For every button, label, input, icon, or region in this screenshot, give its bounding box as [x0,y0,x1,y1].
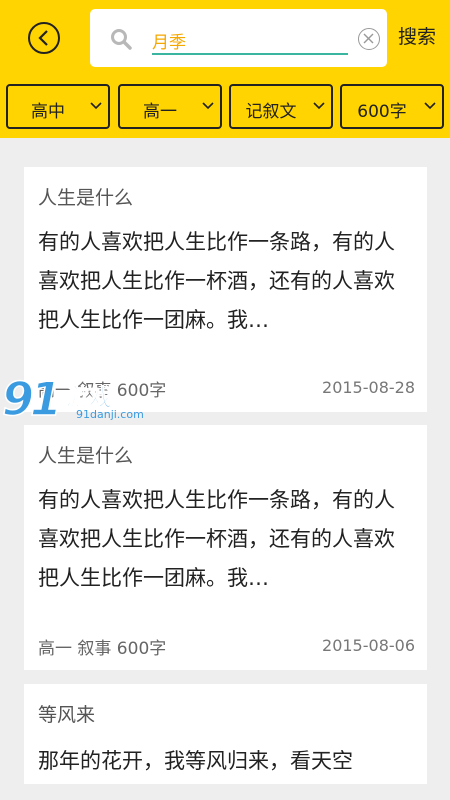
filter-school-level[interactable]: 高中 [6,84,110,129]
watermark-text: 游戏 [66,385,113,412]
essay-excerpt: 有的人喜欢把人生比作一条路，有的人喜欢把人生比作一杯酒，还有的人喜欢把人生比作一… [38,488,395,590]
search-input[interactable] [152,26,348,54]
chevron-down-icon [202,102,214,110]
filter-word-count[interactable]: 600字 [340,84,444,129]
chevron-down-icon [424,102,436,110]
filter-label: 600字 [357,102,407,122]
essay-excerpt: 那年的花开，我等风归来，看天空 [38,749,353,773]
filter-label: 高中 [31,102,65,122]
essay-card[interactable]: 等风来 那年的花开，我等风归来，看天空 [24,684,427,784]
search-button[interactable]: 搜索 [398,22,436,49]
watermark-url: 91danji.com [76,408,144,421]
back-arrow-icon [38,30,48,46]
back-button[interactable] [28,22,60,54]
filter-label: 记叙文 [245,102,297,122]
essay-card[interactable]: 人生是什么 有的人喜欢把人生比作一条路，有的人喜欢把人生比作一杯酒，还有的人喜欢… [24,425,427,670]
filter-bar: 高中 高一 记叙文 600字 [0,76,450,138]
search-box[interactable] [90,9,387,67]
essay-title: 人生是什么 [38,187,134,209]
filter-grade[interactable]: 高一 [118,84,222,129]
top-bar: 搜索 [0,0,450,76]
essay-excerpt: 有的人喜欢把人生比作一条路，有的人喜欢把人生比作一杯酒，还有的人喜欢把人生比作一… [38,230,395,332]
essay-title: 等风来 [38,704,96,726]
filter-label: 高一 [143,102,177,122]
essay-date: 2015-08-28 [322,378,415,397]
essay-meta: 高一 叙事 600字 [38,639,167,659]
filter-genre[interactable]: 记叙文 [229,84,333,129]
site-watermark-logo: 91 游戏 91danji.com [1,370,144,430]
essay-title: 人生是什么 [38,445,134,467]
watermark-number: 91 [1,371,63,427]
search-underline [152,53,348,55]
chevron-down-icon [313,102,325,110]
clear-icon[interactable] [358,28,380,50]
close-icon [363,33,374,44]
essay-date: 2015-08-06 [322,636,415,655]
search-icon [111,29,132,50]
chevron-down-icon [90,102,102,110]
